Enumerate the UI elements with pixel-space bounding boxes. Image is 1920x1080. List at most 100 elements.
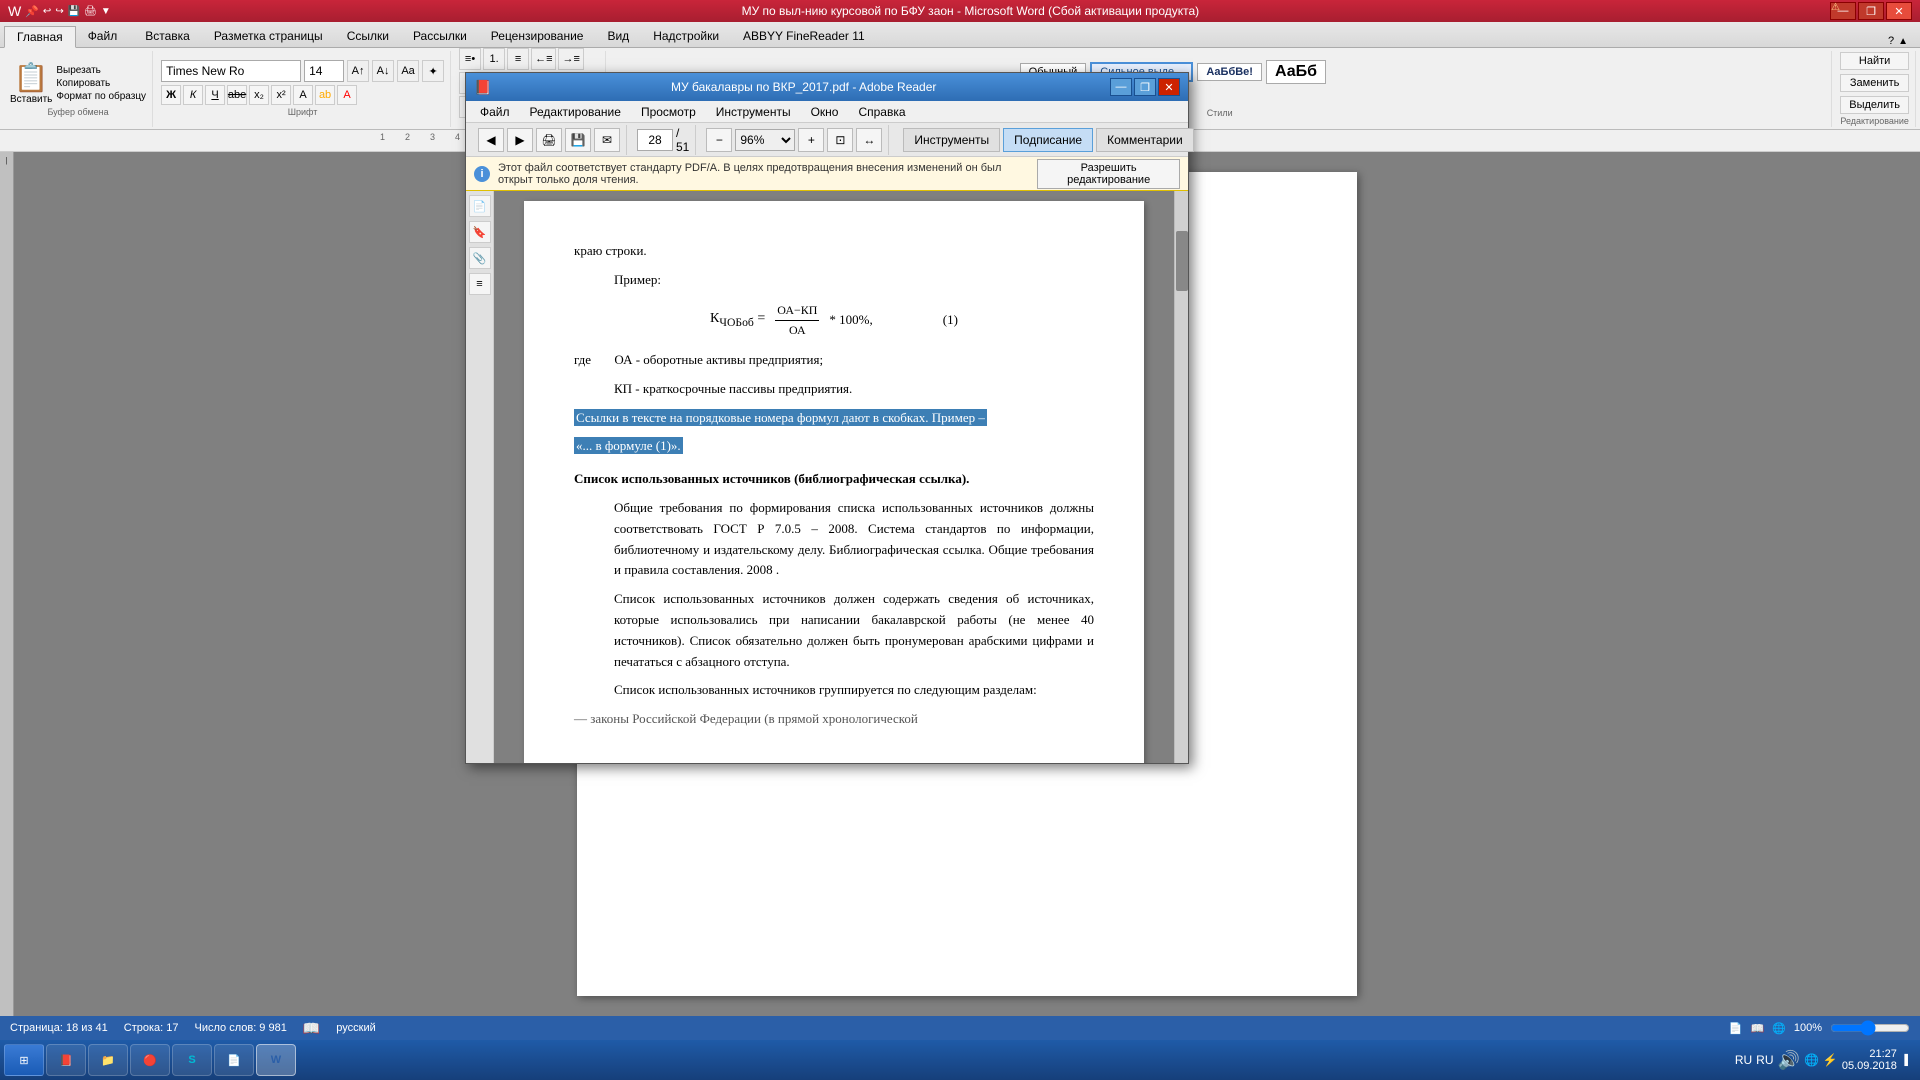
statusbar-words: Число слов: 9 981 bbox=[195, 1022, 287, 1034]
tab-home[interactable]: Главная bbox=[4, 26, 76, 48]
style-heading1[interactable]: АаБбВе! bbox=[1197, 63, 1262, 81]
underline-btn[interactable]: Ч bbox=[205, 85, 225, 105]
page-number-input[interactable] bbox=[637, 129, 673, 151]
italic-btn[interactable]: К bbox=[183, 85, 203, 105]
email-btn[interactable]: ✉ bbox=[594, 128, 620, 152]
editing-group: Найти Заменить Выделить Редактирование bbox=[1834, 51, 1916, 127]
save-btn[interactable]: 💾 bbox=[565, 128, 591, 152]
font-size-input[interactable] bbox=[304, 60, 344, 82]
cut-button[interactable]: Вырезать bbox=[56, 65, 146, 76]
font-name-input[interactable] bbox=[161, 60, 301, 82]
nav-back-btn[interactable]: ◀ bbox=[478, 128, 504, 152]
panel-layers-icon[interactable]: ≡ bbox=[469, 273, 491, 295]
adobe-left-panel: 📄 🔖 📎 ≡ bbox=[466, 191, 494, 763]
tab-references[interactable]: Ссылки bbox=[335, 25, 401, 47]
adobe-menu-window[interactable]: Окно bbox=[803, 102, 847, 122]
start-button[interactable]: ⊞ bbox=[4, 1044, 44, 1076]
subscript-btn[interactable]: x₂ bbox=[249, 85, 269, 105]
multilevel-btn[interactable]: ≡ bbox=[507, 48, 529, 70]
font-color-btn[interactable]: A bbox=[337, 85, 357, 105]
grow-font-btn[interactable]: A↑ bbox=[347, 60, 369, 82]
nav-forward-btn[interactable]: ▶ bbox=[507, 128, 533, 152]
word-close-btn[interactable]: ✕ bbox=[1886, 2, 1912, 20]
bold-btn[interactable]: Ж bbox=[161, 85, 181, 105]
adobe-minimize-btn[interactable]: — bbox=[1110, 78, 1132, 96]
zoom-select[interactable]: 96% 75% 100% 125% 150% bbox=[735, 129, 795, 151]
tab-file[interactable]: Файл bbox=[76, 25, 130, 47]
fit-page-btn[interactable]: ⊡ bbox=[827, 128, 853, 152]
adobe-scrollbar[interactable] bbox=[1174, 191, 1188, 763]
adobe-menu-tools[interactable]: Инструменты bbox=[708, 102, 799, 122]
find-btn[interactable]: Найти bbox=[1840, 52, 1909, 70]
superscript-btn[interactable]: x² bbox=[271, 85, 291, 105]
ribbon-minimize-icon[interactable]: ▲ bbox=[1898, 36, 1908, 47]
comments-btn[interactable]: Комментарии bbox=[1096, 128, 1194, 152]
statusbar-spell-icon[interactable]: 📖 bbox=[303, 1020, 320, 1037]
panel-attachments-icon[interactable]: 📎 bbox=[469, 247, 491, 269]
print-btn[interactable]: 🖨 bbox=[536, 128, 562, 152]
style-aabv[interactable]: АаБб bbox=[1266, 60, 1326, 84]
taskbar-acrobat2[interactable]: 📄 bbox=[214, 1044, 254, 1076]
adobe-restore-btn[interactable]: ❐ bbox=[1134, 78, 1156, 96]
tab-layout[interactable]: Разметка страницы bbox=[202, 25, 335, 47]
allow-edit-btn[interactable]: Разрешить редактирование bbox=[1037, 159, 1180, 189]
tab-view[interactable]: Вид bbox=[595, 25, 641, 47]
panel-bookmarks-icon[interactable]: 🔖 bbox=[469, 221, 491, 243]
pdf-section-title: Список использованных источников (библио… bbox=[574, 469, 1094, 490]
change-case-btn[interactable]: Aa bbox=[397, 60, 419, 82]
statusbar-view-read[interactable]: 📖 bbox=[1750, 1022, 1764, 1035]
speaker-icon[interactable]: 🔊 bbox=[1778, 1050, 1800, 1071]
paste-button[interactable]: 📋 Вставить bbox=[10, 61, 52, 105]
highlight-btn[interactable]: ab bbox=[315, 85, 335, 105]
strikethrough-btn[interactable]: abe bbox=[227, 85, 247, 105]
adobe-menu-file[interactable]: Файл bbox=[472, 102, 518, 122]
tab-insert[interactable]: Вставка bbox=[133, 25, 202, 47]
tab-abbyy[interactable]: ABBYY FineReader 11 bbox=[731, 25, 877, 47]
clear-format-btn[interactable]: ✦ bbox=[422, 60, 444, 82]
statusbar-view-web[interactable]: 🌐 bbox=[1772, 1022, 1786, 1035]
adobe-menu-help[interactable]: Справка bbox=[850, 102, 913, 122]
select-btn[interactable]: Выделить bbox=[1840, 96, 1909, 114]
bullets-btn[interactable]: ≡• bbox=[459, 48, 481, 70]
pdf-para4: — законы Российской Федерации (в прямой … bbox=[574, 709, 1094, 730]
help-icon[interactable]: ? bbox=[1888, 35, 1894, 47]
tab-mailings[interactable]: Рассылки bbox=[401, 25, 479, 47]
sidebar-icon-1[interactable]: | bbox=[5, 156, 7, 165]
replace-btn[interactable]: Заменить bbox=[1840, 74, 1909, 92]
taskbar-skype[interactable]: S bbox=[172, 1044, 212, 1076]
taskbar-filemanager[interactable]: 📁 bbox=[88, 1044, 128, 1076]
statusbar-view-print[interactable]: 📄 bbox=[1729, 1022, 1743, 1035]
taskbar-app3[interactable]: 🔴 bbox=[130, 1044, 170, 1076]
adobe-menu-view[interactable]: Просмотр bbox=[633, 102, 704, 122]
nav-section: ◀ ▶ 🖨 💾 ✉ bbox=[472, 125, 627, 155]
clock-time: 21:27 bbox=[1842, 1048, 1897, 1060]
word-statusbar: Страница: 18 из 41 Строка: 17 Число слов… bbox=[0, 1016, 1920, 1040]
ribbon-tabs: Главная Файл Вставка Разметка страницы С… bbox=[0, 22, 1920, 48]
tab-addins[interactable]: Надстройки bbox=[641, 25, 731, 47]
fit-width-btn[interactable]: ↔ bbox=[856, 128, 882, 152]
adobe-close-btn[interactable]: ✕ bbox=[1158, 78, 1180, 96]
taskbar-lang[interactable]: RU bbox=[1735, 1053, 1752, 1067]
sign-btn[interactable]: Подписание bbox=[1003, 128, 1093, 152]
panel-pages-icon[interactable]: 📄 bbox=[469, 195, 491, 217]
adobe-content-area: 📄 🔖 📎 ≡ краю строки. Пример: КЧОБоб = ОА… bbox=[466, 191, 1188, 763]
show-desktop-btn[interactable]: ▐ bbox=[1901, 1055, 1908, 1066]
network-icon[interactable]: 🌐 bbox=[1804, 1053, 1819, 1067]
word-restore-btn[interactable]: ❐ bbox=[1858, 2, 1884, 20]
taskbar-acrobat[interactable]: 📕 bbox=[46, 1044, 86, 1076]
adobe-document-container[interactable]: краю строки. Пример: КЧОБоб = ОА−КП ОА *… bbox=[494, 191, 1174, 763]
zoom-in-btn[interactable]: + bbox=[798, 128, 824, 152]
text-effects-btn[interactable]: A bbox=[293, 85, 313, 105]
tools-btn[interactable]: Инструменты bbox=[903, 128, 1000, 152]
numbering-btn[interactable]: 1. bbox=[483, 48, 505, 70]
copy-button[interactable]: Копировать bbox=[56, 78, 146, 89]
tab-review[interactable]: Рецензирование bbox=[479, 25, 596, 47]
zoom-slider[interactable] bbox=[1830, 1020, 1910, 1036]
zoom-out-btn[interactable]: − bbox=[706, 128, 732, 152]
taskbar-word[interactable]: W bbox=[256, 1044, 296, 1076]
shrink-font-btn[interactable]: A↓ bbox=[372, 60, 394, 82]
increase-indent-btn[interactable]: →≡ bbox=[558, 48, 583, 70]
adobe-menu-edit[interactable]: Редактирование bbox=[522, 102, 629, 122]
decrease-indent-btn[interactable]: ←≡ bbox=[531, 48, 556, 70]
format-painter-button[interactable]: Формат по образцу bbox=[56, 91, 146, 102]
